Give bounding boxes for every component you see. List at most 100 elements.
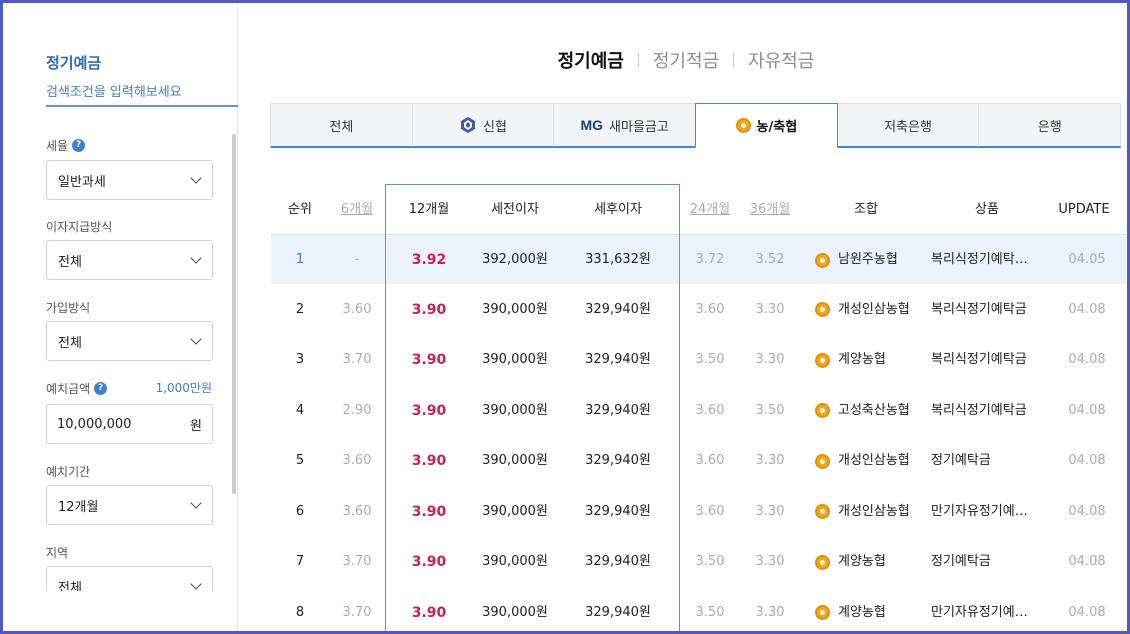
cell-m12: 3.90 xyxy=(411,453,447,469)
cell-m12: 3.90 xyxy=(411,554,447,570)
cell-m12: 3.90 xyxy=(411,352,447,368)
cell-product[interactable]: 만기자유정기예… xyxy=(931,588,1043,632)
cell-bank[interactable]: 고성축산농협 xyxy=(815,386,927,436)
coin-icon xyxy=(815,554,830,570)
cell-aftertax: 329,940원 xyxy=(585,503,651,519)
tax-select[interactable]: 일반과세 xyxy=(46,160,213,200)
cell-m24: 3.60 xyxy=(695,402,725,418)
table-row[interactable]: 1 - 3.92 392,000원 331,632원 3.72 3.52 남원주농협 복리식정기… xyxy=(271,234,1126,284)
cell-aftertax: 329,940원 xyxy=(585,554,651,569)
cell-m6: 3.70 xyxy=(342,352,372,367)
tab-all-label: 전체 xyxy=(329,119,354,135)
cell-update: 04.08 xyxy=(1068,503,1106,519)
tab-free-savings[interactable]: 자유적금 xyxy=(748,47,814,73)
cell-rank: 6 xyxy=(295,503,305,519)
tab-installment-savings[interactable]: 정기적금 xyxy=(653,47,719,73)
table-row[interactable]: 4 2.90 3.90 390,000원 329,940원 3.60 3.50 고성축산농협 복… xyxy=(271,386,1126,436)
cell-m36: 3.30 xyxy=(755,352,785,367)
rate-table-header: 순위 6개월 12개월 세전이자 세후이자 24개월 36개월 조합 상품 UP… xyxy=(271,193,1126,227)
header-24m[interactable]: 24개월 xyxy=(679,193,741,227)
help-icon[interactable]: ? xyxy=(94,382,108,395)
chevron-down-icon xyxy=(190,578,202,590)
table-row[interactable]: 6 3.60 3.90 390,000원 329,940원 3.60 3.30 개성인삼농협 만… xyxy=(271,487,1126,537)
chevron-down-icon xyxy=(190,172,202,184)
join-method-label-text: 가입방식 xyxy=(46,301,91,315)
header-update: UPDATE xyxy=(1058,202,1110,217)
cell-m36: 3.30 xyxy=(755,503,785,519)
cell-product[interactable]: 복리식정기예탁금 xyxy=(931,335,1043,385)
cell-bank[interactable]: 개성인삼농협 xyxy=(815,285,927,335)
cell-pretax: 390,000원 xyxy=(482,453,548,468)
tab-fixed-deposit[interactable]: 정기예금 xyxy=(558,47,624,73)
cell-product[interactable]: 만기자유정기예… xyxy=(931,487,1043,537)
cell-m12: 3.90 xyxy=(411,301,447,318)
product-type-tabs: 정기예금 정기적금 자유적금 xyxy=(239,47,1127,73)
cell-update: 04.08 xyxy=(1068,352,1106,367)
interest-method-select[interactable]: 전체 xyxy=(46,240,213,280)
tab-all[interactable]: 전체 xyxy=(270,103,413,147)
bank-name: 개성인삼농협 xyxy=(838,503,910,519)
deposit-amount-input[interactable]: 10,000,000 원 xyxy=(46,404,213,444)
sidebar-title: 정기예금 xyxy=(46,54,102,72)
cell-aftertax: 329,940원 xyxy=(585,402,651,418)
cell-bank[interactable]: 계양농협 xyxy=(815,588,927,632)
cell-rank: 1 xyxy=(295,252,305,267)
cell-m36: 3.30 xyxy=(755,604,785,620)
join-method-select[interactable]: 전체 xyxy=(46,321,213,361)
cell-pretax: 390,000원 xyxy=(482,301,548,317)
cell-m6: - xyxy=(354,252,360,267)
tab-savings-bank[interactable]: 저축은행 xyxy=(836,103,980,147)
cell-m24: 3.50 xyxy=(695,352,725,367)
tab-savings-bank-label: 저축은행 xyxy=(884,119,932,135)
cell-product[interactable]: 정기예탁금 xyxy=(931,436,1043,486)
help-icon[interactable]: ? xyxy=(72,139,86,152)
cell-product[interactable]: 정기예탁금 xyxy=(931,537,1043,587)
header-6m[interactable]: 6개월 xyxy=(329,193,385,227)
sidebar-scrollbar[interactable] xyxy=(232,134,236,494)
cell-bank[interactable]: 개성인삼농협 xyxy=(815,436,927,486)
sidebar-divider xyxy=(46,105,238,107)
cell-bank[interactable]: 계양농협 xyxy=(815,335,927,385)
coin-icon xyxy=(815,302,830,317)
cell-product[interactable]: 복리식정기예탁금 xyxy=(931,285,1043,335)
cell-m24: 3.50 xyxy=(695,604,725,620)
deposit-unit: 원 xyxy=(190,418,202,434)
cell-product[interactable]: 복리식정기예탁… xyxy=(931,235,1043,285)
cell-rank: 5 xyxy=(295,453,305,468)
tab-saemaeul-label: 새마을금고 xyxy=(609,119,669,135)
table-row[interactable]: 7 3.70 3.90 390,000원 329,940원 3.50 3.30 계양농협 정기예… xyxy=(271,537,1126,587)
interest-method-label-text: 이자지급방식 xyxy=(46,220,113,234)
table-row[interactable]: 8 3.70 3.90 390,000원 329,940원 3.50 3.30 계양농협 만기자… xyxy=(271,588,1126,632)
cell-bank[interactable]: 남원주농협 xyxy=(815,235,927,285)
cell-update: 04.08 xyxy=(1068,402,1106,418)
cell-update: 04.08 xyxy=(1068,604,1106,620)
cell-aftertax: 329,940원 xyxy=(585,604,651,620)
cell-bank[interactable]: 개성인삼농협 xyxy=(815,487,927,537)
window-frame: 정기예금 검색조건을 입력해보세요 세율 ? 일반과세 이자지급방식 전체 가입… xyxy=(0,0,1130,634)
header-36m[interactable]: 36개월 xyxy=(741,193,799,227)
sidebar-subtitle: 검색조건을 입력해보세요 xyxy=(46,85,182,100)
period-select[interactable]: 12개월 xyxy=(46,485,213,525)
table-row[interactable]: 3 3.70 3.90 390,000원 329,940원 3.50 3.30 계양농협 복리식… xyxy=(271,335,1126,385)
tab-nonghyup[interactable]: 농/축협 xyxy=(695,103,838,148)
tab-bank[interactable]: 은행 xyxy=(978,103,1122,147)
cell-product[interactable]: 복리식정기예탁금 xyxy=(931,386,1043,436)
cell-aftertax: 329,940원 xyxy=(585,453,651,468)
coin-icon xyxy=(815,605,830,620)
header-12m[interactable]: 12개월 xyxy=(385,193,473,227)
mg-logo-icon: MG xyxy=(580,117,604,133)
search-sidebar: 정기예금 검색조건을 입력해보세요 세율 ? 일반과세 이자지급방식 전체 가입… xyxy=(6,6,238,631)
cell-m36: 3.52 xyxy=(755,252,785,267)
cell-update: 04.05 xyxy=(1068,252,1106,267)
cell-pretax: 390,000원 xyxy=(482,554,548,569)
cell-update: 04.08 xyxy=(1068,453,1106,468)
cell-update: 04.08 xyxy=(1068,554,1106,569)
interest-method-label: 이자지급방식 xyxy=(46,218,112,235)
cell-m24: 3.60 xyxy=(695,453,725,468)
table-row[interactable]: 2 3.60 3.90 390,000원 329,940원 3.60 3.30 개성인삼농협 복… xyxy=(271,285,1126,335)
cell-bank[interactable]: 계양농협 xyxy=(815,537,927,587)
cell-m6: 3.60 xyxy=(342,453,372,468)
tab-saemaeul[interactable]: MG 새마을금고 xyxy=(553,103,697,147)
tab-shinhyup[interactable]: 신협 xyxy=(411,103,555,147)
table-row[interactable]: 5 3.60 3.90 390,000원 329,940원 3.60 3.30 개성인삼농협 정… xyxy=(271,436,1126,486)
